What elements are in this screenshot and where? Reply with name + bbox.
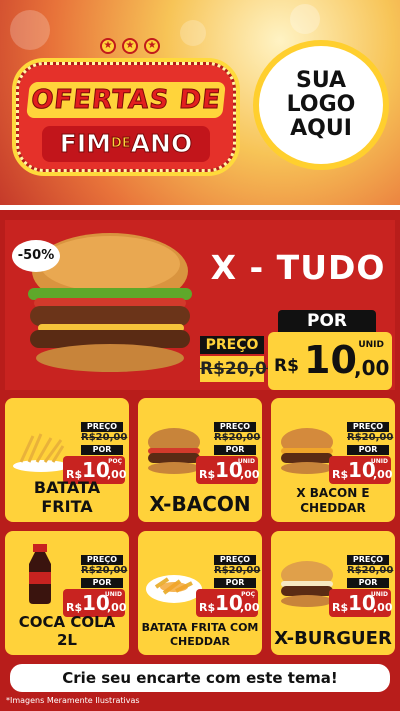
product-card: PREÇO R$20,00 POR R$ 10,00 UNID X-BACON bbox=[138, 398, 262, 522]
hero-unit: UNID bbox=[358, 340, 384, 350]
banner-line2: FIMDEANO bbox=[42, 126, 210, 162]
cta-button[interactable]: Crie seu encarte com este tema! bbox=[10, 664, 390, 692]
currency: R$ bbox=[199, 468, 216, 481]
new-price: R$ 10,00 UNID bbox=[329, 589, 393, 617]
unit: UNID bbox=[370, 458, 388, 465]
old-price: R$20,00 bbox=[347, 565, 393, 576]
logo-text-2: LOGO bbox=[286, 92, 356, 117]
product-name: BATATA FRITA bbox=[33, 478, 101, 516]
product-card: PREÇO R$20,00 POR R$ 10,00 UNID COCA COLA … bbox=[5, 531, 129, 655]
price-dec: ,00 bbox=[240, 601, 260, 614]
logo-text-3: AQUI bbox=[290, 116, 352, 141]
sparkle bbox=[180, 20, 206, 46]
old-price: R$20,00 bbox=[347, 432, 393, 443]
old-price-value: R$20,00 bbox=[347, 565, 394, 576]
old-price-value: R$20,00 bbox=[347, 432, 394, 443]
por-label: POR bbox=[347, 445, 389, 455]
product-name: COCA COLA 2L bbox=[18, 613, 116, 649]
new-price: R$ 10,00 UNID bbox=[329, 456, 393, 484]
banner-ano: ANO bbox=[130, 129, 193, 159]
preco-label: PREÇO bbox=[81, 555, 123, 565]
old-price: R$20,00 bbox=[81, 432, 127, 443]
por-label: POR bbox=[81, 445, 123, 455]
price-int: 10 bbox=[215, 591, 243, 615]
product-name: BATATA FRITA COM CHEDDAR bbox=[141, 621, 259, 648]
ofertas-banner: ★ ★ ★ OFERTAS DE FIMDEANO bbox=[12, 38, 240, 176]
unit: POÇ bbox=[108, 458, 122, 465]
new-price: R$ 10,00 POÇ bbox=[196, 589, 260, 617]
banner-fim: FIM bbox=[59, 129, 112, 159]
new-price: R$ 10,00 UNID bbox=[196, 456, 260, 484]
unit: POÇ bbox=[241, 591, 255, 598]
old-price-value: R$20,00 bbox=[214, 432, 261, 443]
unit: UNID bbox=[237, 458, 255, 465]
disclaimer: *Imagens Meramente Ilustrativas bbox=[6, 696, 140, 705]
product-card: PREÇO R$20,00 POR R$ 10,00 UNID X-BURGUER bbox=[271, 531, 395, 655]
hero-title: X - TUDO bbox=[210, 248, 386, 287]
price-dec: ,00 bbox=[240, 468, 260, 481]
old-price: R$20,00 bbox=[214, 565, 260, 576]
price-dec: ,00 bbox=[373, 468, 393, 481]
product-card: PREÇO R$20,00 POR R$ 10,00 UNID X BACON E … bbox=[271, 398, 395, 522]
currency: R$ bbox=[332, 601, 349, 614]
price-dec: ,00 bbox=[373, 601, 393, 614]
banner-stars: ★ ★ ★ bbox=[100, 38, 160, 58]
preco-label: PREÇO bbox=[347, 422, 389, 432]
currency: R$ bbox=[199, 601, 216, 614]
old-price: R$20,00 bbox=[214, 432, 260, 443]
product-card: PREÇO R$20,00 POR R$ 10,00 POÇ BATATA FRIT… bbox=[138, 531, 262, 655]
product-card: PREÇO R$20,00 POR R$ 10,00 POÇ BATATA FRIT… bbox=[5, 398, 129, 522]
flyer: ★ ★ ★ OFERTAS DE FIMDEANO SUA LOGO AQUI … bbox=[0, 0, 400, 711]
old-price-value: R$20,00 bbox=[81, 565, 128, 576]
product-name: X-BURGUER bbox=[274, 628, 392, 649]
por-label: POR bbox=[81, 578, 123, 588]
sparkle bbox=[10, 10, 50, 50]
logo-placeholder: SUA LOGO AQUI bbox=[253, 40, 389, 170]
currency: R$ bbox=[332, 468, 349, 481]
banner-line1: OFERTAS DE bbox=[26, 82, 226, 118]
hero-por-label: POR bbox=[278, 310, 376, 332]
hero-price-int: 10 bbox=[304, 338, 357, 382]
old-price: R$20,00 bbox=[81, 565, 127, 576]
preco-label: PREÇO bbox=[214, 555, 256, 565]
product-name: X-BACON bbox=[149, 492, 251, 516]
old-price-value: R$20,00 bbox=[81, 432, 128, 443]
product-name: X BACON E CHEDDAR bbox=[296, 486, 370, 515]
unit: UNID bbox=[370, 591, 388, 598]
preco-label: PREÇO bbox=[214, 422, 256, 432]
banner-de: DE bbox=[111, 136, 132, 152]
hero-old-price-value: R$20,00 bbox=[200, 359, 279, 379]
hero-new-price: R$ 10 ,00 UNID bbox=[268, 332, 392, 390]
old-price-value: R$20,00 bbox=[214, 565, 261, 576]
header: ★ ★ ★ OFERTAS DE FIMDEANO SUA LOGO AQUI bbox=[0, 0, 400, 205]
unit: UNID bbox=[104, 591, 122, 598]
sparkle bbox=[290, 4, 320, 34]
hero-preco-label: PREÇO bbox=[200, 336, 264, 354]
hero-currency: R$ bbox=[274, 356, 299, 376]
star-icon: ★ bbox=[100, 38, 116, 54]
por-label: POR bbox=[347, 578, 389, 588]
discount-badge: -50% bbox=[12, 240, 60, 272]
hero-old-price: R$20,00 bbox=[200, 356, 279, 382]
por-label: POR bbox=[214, 445, 256, 455]
preco-label: PREÇO bbox=[81, 422, 123, 432]
star-icon: ★ bbox=[144, 38, 160, 54]
preco-label: PREÇO bbox=[347, 555, 389, 565]
por-label: POR bbox=[214, 578, 256, 588]
star-icon: ★ bbox=[122, 38, 138, 54]
logo-text-1: SUA bbox=[295, 68, 347, 93]
hero-price-dec: ,00 bbox=[354, 356, 390, 380]
